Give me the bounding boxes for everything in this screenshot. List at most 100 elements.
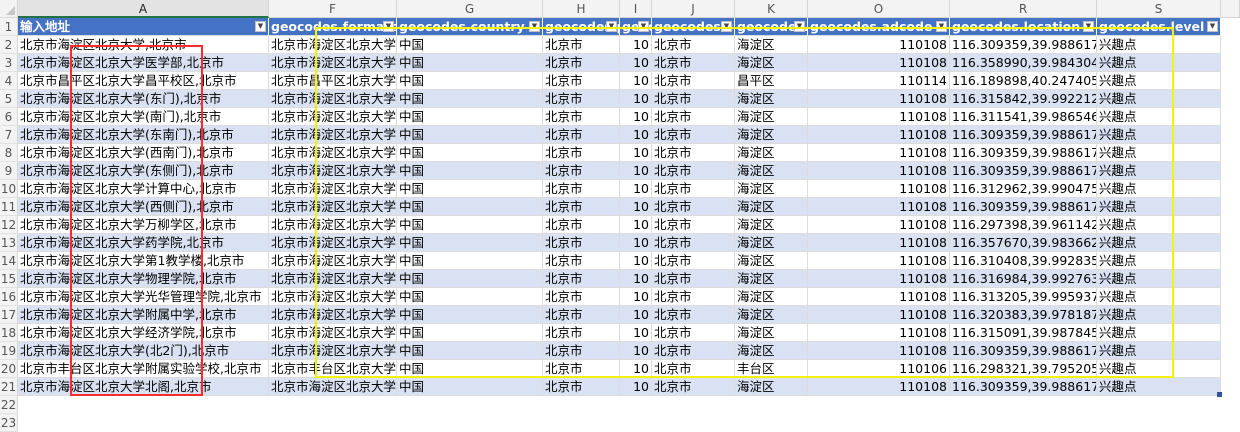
- table-cell[interactable]: 10: [620, 306, 652, 324]
- column-header-k[interactable]: K: [735, 0, 808, 18]
- table-cell[interactable]: 10: [620, 126, 652, 144]
- column-header-s[interactable]: S: [1097, 0, 1221, 18]
- table-cell[interactable]: 海淀区: [735, 342, 808, 360]
- table-cell[interactable]: 中国: [397, 288, 543, 306]
- column-header-j[interactable]: J: [652, 0, 735, 18]
- table-cell[interactable]: 海淀区: [735, 252, 808, 270]
- table-cell[interactable]: 10: [620, 90, 652, 108]
- table-cell[interactable]: 兴趣点: [1097, 288, 1221, 306]
- table-cell[interactable]: 海淀区: [735, 108, 808, 126]
- row-header[interactable]: 22: [0, 396, 18, 414]
- table-cell[interactable]: 北京市: [652, 162, 735, 180]
- table-cell[interactable]: 北京市: [652, 342, 735, 360]
- table-cell[interactable]: 中国: [397, 324, 543, 342]
- column-header-f[interactable]: F: [269, 0, 397, 18]
- table-cell[interactable]: 116.297398,39.961142: [950, 216, 1097, 234]
- table-cell[interactable]: 110108: [808, 252, 950, 270]
- row-header[interactable]: 16: [0, 288, 18, 306]
- table-cell[interactable]: 兴趣点: [1097, 324, 1221, 342]
- row-header[interactable]: 10: [0, 180, 18, 198]
- table-cell[interactable]: 海淀区: [735, 378, 808, 396]
- table-cell[interactable]: 北京市海淀区北京大学,北京市: [18, 36, 269, 54]
- table-cell[interactable]: 海淀区: [735, 198, 808, 216]
- row-header[interactable]: 12: [0, 216, 18, 234]
- table-cell[interactable]: 兴趣点: [1097, 306, 1221, 324]
- table-cell[interactable]: 昌平区: [735, 72, 808, 90]
- table-cell[interactable]: 110108: [808, 288, 950, 306]
- table-cell[interactable]: 北京市海淀区北京大学附属中学,北京市: [18, 306, 269, 324]
- table-cell[interactable]: 兴趣点: [1097, 234, 1221, 252]
- table-cell[interactable]: 北京市海淀区北京大学北阁: [269, 378, 397, 396]
- table-cell[interactable]: 北京市: [543, 90, 620, 108]
- table-cell[interactable]: 116.309359,39.988617: [950, 36, 1097, 54]
- table-cell[interactable]: 10: [620, 36, 652, 54]
- row-header[interactable]: 3: [0, 54, 18, 72]
- table-cell[interactable]: 10: [620, 198, 652, 216]
- table-cell[interactable]: 中国: [397, 126, 543, 144]
- table-cell[interactable]: 110108: [808, 234, 950, 252]
- table-cell[interactable]: 北京市: [543, 234, 620, 252]
- table-cell[interactable]: 116.298321,39.795205: [950, 360, 1097, 378]
- table-cell[interactable]: 海淀区: [735, 90, 808, 108]
- row-header[interactable]: 13: [0, 234, 18, 252]
- table-cell[interactable]: 北京市: [543, 54, 620, 72]
- table-cell[interactable]: 北京市海淀区北京大学药学院,北京市: [18, 234, 269, 252]
- table-cell[interactable]: 10: [620, 378, 652, 396]
- filter-dropdown-icon[interactable]: ▼: [1083, 21, 1094, 32]
- table-cell[interactable]: 北京市: [652, 144, 735, 162]
- table-cell[interactable]: 北京市海淀区北京大学(南门): [269, 108, 397, 126]
- table-cell[interactable]: 北京市: [543, 198, 620, 216]
- table-cell[interactable]: 兴趣点: [1097, 90, 1221, 108]
- table-cell[interactable]: 116.312962,39.990475: [950, 180, 1097, 198]
- table-cell[interactable]: 北京市海淀区北京大学药学院: [269, 234, 397, 252]
- row-header[interactable]: 4: [0, 72, 18, 90]
- table-cell[interactable]: 110108: [808, 324, 950, 342]
- table-cell[interactable]: 北京市昌平区北京大学昌平校区: [269, 72, 397, 90]
- row-header[interactable]: 21: [0, 378, 18, 396]
- column-header-g[interactable]: G: [397, 0, 543, 18]
- table-cell[interactable]: 兴趣点: [1097, 198, 1221, 216]
- table-cell[interactable]: 110108: [808, 108, 950, 126]
- table-cell[interactable]: 北京市海淀区北京大学第1教学楼,北京市: [18, 252, 269, 270]
- row-header[interactable]: 5: [0, 90, 18, 108]
- table-cell[interactable]: 北京市海淀区北京大学(北2门),北京市: [18, 342, 269, 360]
- table-cell[interactable]: 北京市: [652, 90, 735, 108]
- table-cell[interactable]: 北京市: [543, 342, 620, 360]
- table-cell[interactable]: 北京市海淀区北京大学(东门): [269, 90, 397, 108]
- column-header-o[interactable]: O: [808, 0, 950, 18]
- table-cell[interactable]: 北京市: [652, 180, 735, 198]
- table-cell[interactable]: 北京市: [652, 108, 735, 126]
- table-cell[interactable]: 兴趣点: [1097, 108, 1221, 126]
- table-cell[interactable]: 海淀区: [735, 216, 808, 234]
- table-cell[interactable]: 兴趣点: [1097, 54, 1221, 72]
- table-cell[interactable]: 中国: [397, 216, 543, 234]
- table-cell[interactable]: 兴趣点: [1097, 144, 1221, 162]
- table-cell[interactable]: 海淀区: [735, 54, 808, 72]
- table-cell[interactable]: 110108: [808, 126, 950, 144]
- table-cell[interactable]: 116.189898,40.247405: [950, 72, 1097, 90]
- table-cell[interactable]: 北京市海淀区北京大学第1教学楼: [269, 252, 397, 270]
- filter-dropdown-icon[interactable]: ▼: [383, 21, 394, 32]
- table-cell[interactable]: 北京市: [543, 378, 620, 396]
- table-cell[interactable]: 116.309359,39.988617: [950, 198, 1097, 216]
- table-cell[interactable]: 兴趣点: [1097, 270, 1221, 288]
- row-header[interactable]: 15: [0, 270, 18, 288]
- table-cell[interactable]: 中国: [397, 378, 543, 396]
- table-cell[interactable]: 10: [620, 252, 652, 270]
- table-cell[interactable]: 北京市海淀区北京大学附属中学: [269, 306, 397, 324]
- table-cell[interactable]: 110108: [808, 306, 950, 324]
- table-cell[interactable]: 中国: [397, 144, 543, 162]
- table-cell[interactable]: 中国: [397, 36, 543, 54]
- table-cell[interactable]: 116.357670,39.983662: [950, 234, 1097, 252]
- table-cell[interactable]: 海淀区: [735, 180, 808, 198]
- table-cell[interactable]: 10: [620, 54, 652, 72]
- table-cell[interactable]: 兴趣点: [1097, 72, 1221, 90]
- row-header[interactable]: 18: [0, 324, 18, 342]
- table-cell[interactable]: 10: [620, 162, 652, 180]
- table-cell[interactable]: 兴趣点: [1097, 360, 1221, 378]
- table-cell[interactable]: 北京市: [652, 378, 735, 396]
- table-cell[interactable]: 110106: [808, 360, 950, 378]
- table-cell[interactable]: 110108: [808, 216, 950, 234]
- row-header[interactable]: 9: [0, 162, 18, 180]
- table-cell[interactable]: 海淀区: [735, 144, 808, 162]
